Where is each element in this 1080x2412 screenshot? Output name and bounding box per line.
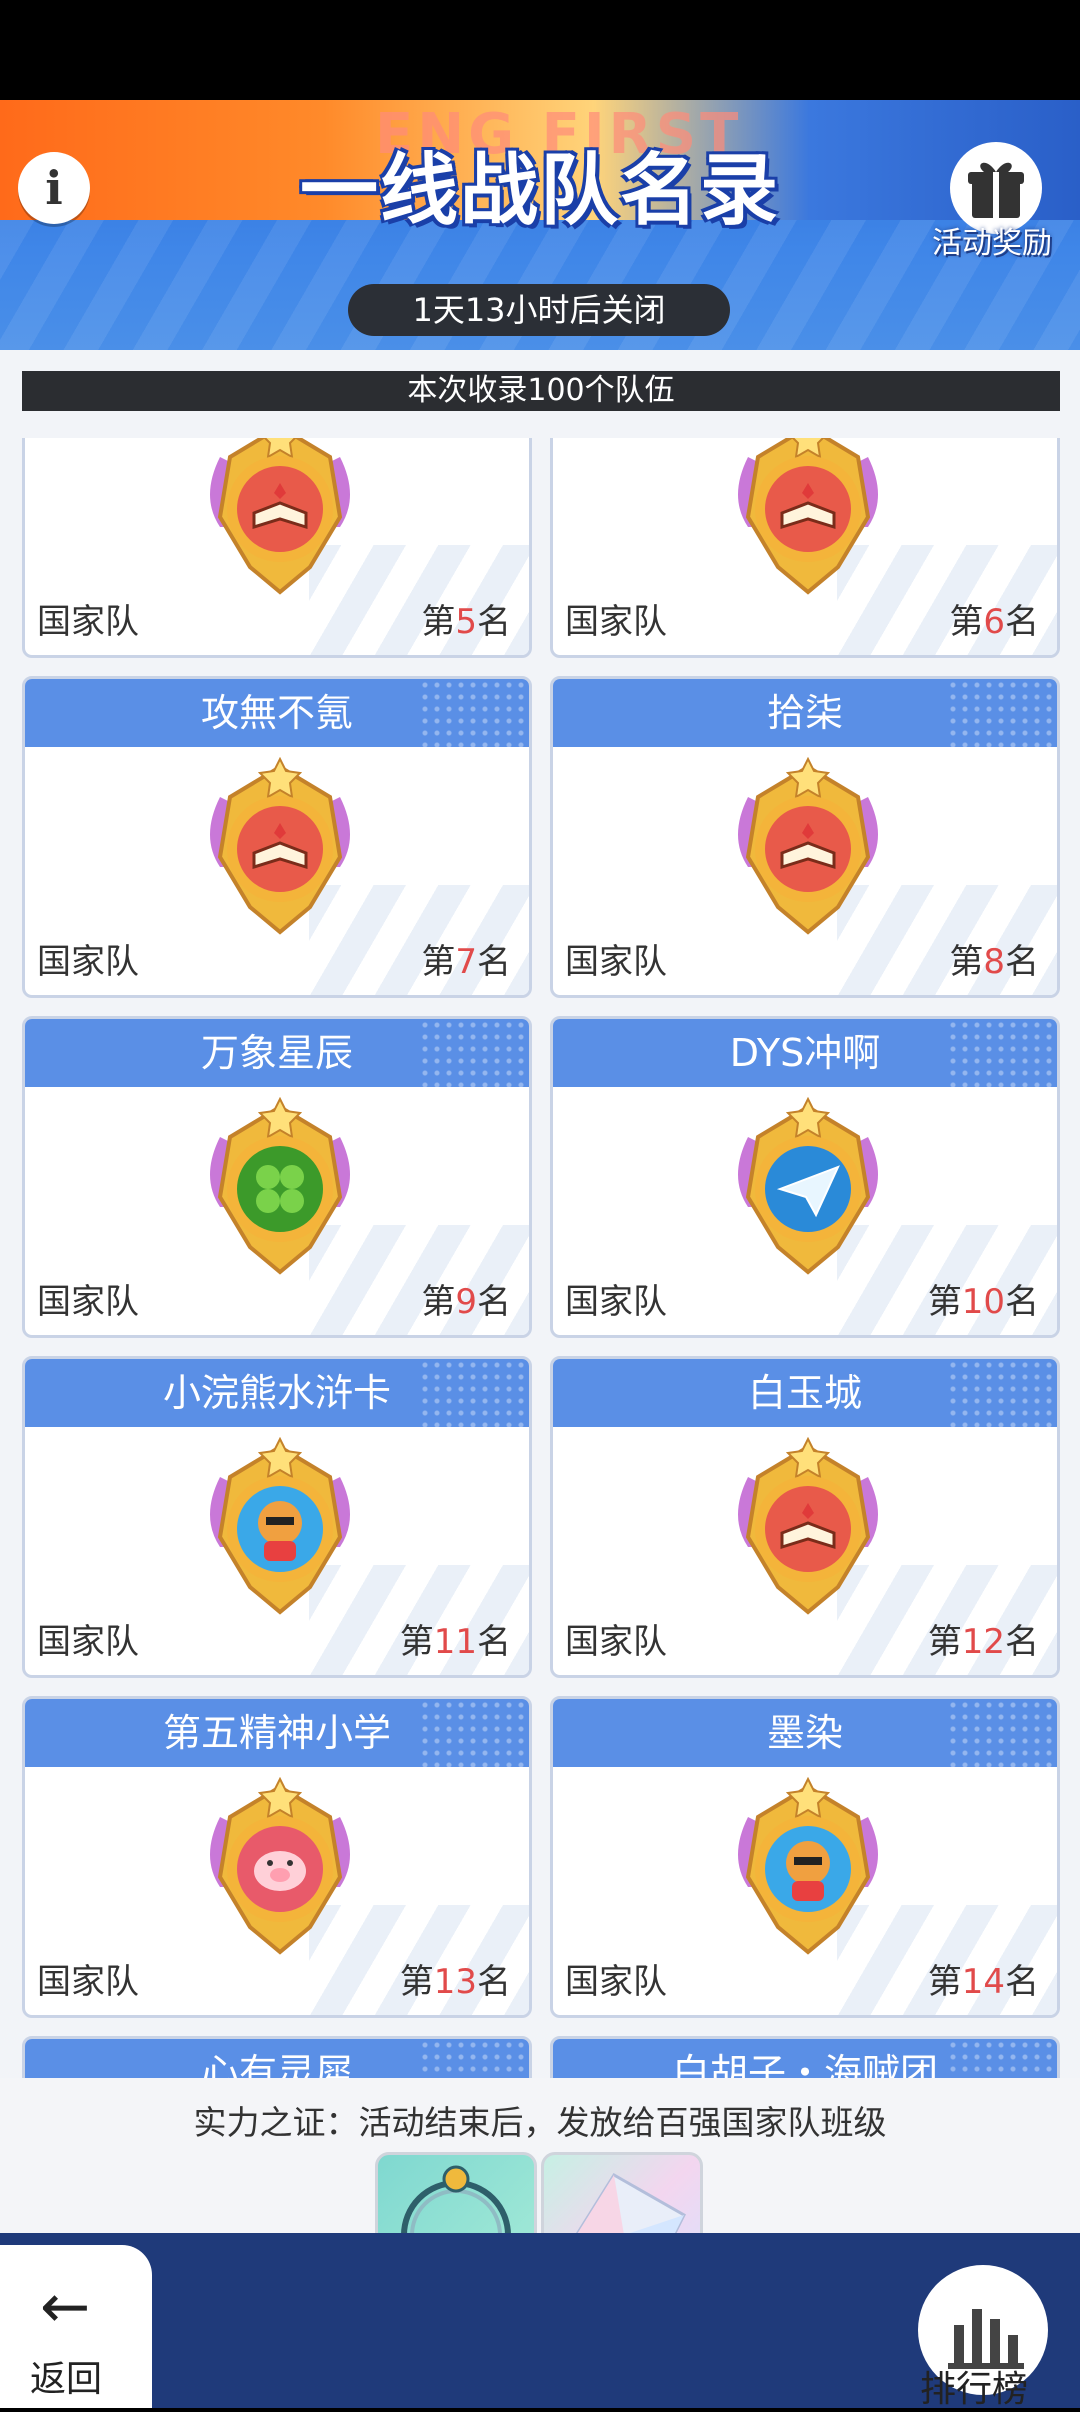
team-card[interactable]: 白胡子・海贼团 (550, 2036, 1060, 2078)
rank-suffix: 名 (477, 1962, 511, 2002)
back-arrow-icon: ← (40, 2272, 91, 2342)
rank-suffix: 名 (477, 1282, 511, 1322)
book-badge-icon (738, 1437, 878, 1615)
book-badge-icon (210, 757, 350, 935)
team-name: DYS冲啊 (553, 1019, 1057, 1087)
pig-badge-icon (210, 1777, 350, 1955)
team-rank: 第6名 (949, 594, 1039, 643)
team-type: 国家队 (37, 942, 139, 982)
rank-suffix: 名 (477, 602, 511, 642)
team-name: 第五精神小学 (25, 1699, 529, 1767)
leaderboard-label: 排行榜 (920, 2369, 1029, 2410)
rank-suffix: 名 (1005, 1962, 1039, 2002)
team-card[interactable]: 小浣熊水浒卡国家队 第11名 (22, 1356, 532, 1678)
rank-suffix: 名 (477, 942, 511, 982)
team-name: 墨染 (553, 1699, 1057, 1767)
team-card[interactable]: DYS冲啊国家队 第10名 (550, 1016, 1060, 1338)
rank-number: 12 (961, 1622, 1005, 1662)
team-name: 万象星辰 (25, 1019, 529, 1087)
rank-prefix: 第 (421, 1282, 456, 1322)
raccoon-badge-icon (210, 1437, 350, 1615)
info-icon: i (45, 161, 63, 215)
team-name: 白胡子・海贼团 (553, 2039, 1057, 2078)
clover-badge-icon (210, 1097, 350, 1275)
team-card[interactable]: 国家队 第6名 (550, 438, 1060, 658)
rank-prefix: 第 (949, 602, 984, 642)
reward-description: 实力之证：活动结束后，发放给百强国家队班级 (193, 2103, 887, 2142)
paper-plane-badge-icon (738, 1097, 878, 1275)
collect-count-bar: 本次收录100个队伍 (22, 371, 1060, 411)
close-timer: 1天13小时后关闭 (348, 284, 730, 336)
team-rank: 第8名 (949, 934, 1039, 983)
team-name: 白玉城 (553, 1359, 1057, 1427)
back-label: 返回 (30, 2359, 103, 2400)
team-type: 国家队 (37, 1962, 139, 2002)
page-title: 一线战队名录 (300, 146, 781, 236)
team-type: 国家队 (37, 602, 139, 642)
team-card[interactable]: 墨染国家队 第14名 (550, 1696, 1060, 2018)
team-card[interactable]: 第五精神小学国家队 第13名 (22, 1696, 532, 2018)
rank-suffix: 名 (1005, 942, 1039, 982)
rank-prefix: 第 (399, 1962, 434, 2002)
info-button[interactable]: i (18, 152, 90, 224)
team-name: 小浣熊水浒卡 (25, 1359, 529, 1427)
rank-prefix: 第 (399, 1622, 434, 1662)
team-name: 攻無不氪 (25, 679, 529, 747)
rank-suffix: 名 (1005, 1282, 1039, 1322)
rank-number: 5 (455, 602, 477, 642)
team-card[interactable]: 万象星辰国家队 第9名 (22, 1016, 532, 1338)
rank-prefix: 第 (927, 1962, 962, 2002)
header: ENG FIRST 一线战队名录 i 活动奖励 1天13小时后关闭 (0, 100, 1080, 350)
team-type: 国家队 (37, 1622, 139, 1662)
team-type: 国家队 (565, 602, 667, 642)
team-card[interactable]: 白玉城国家队 第12名 (550, 1356, 1060, 1678)
book-badge-icon (738, 438, 878, 595)
rank-number: 13 (433, 1962, 477, 2002)
team-rank: 第5名 (421, 594, 511, 643)
event-rewards-label: 活动奖励 (932, 226, 1052, 261)
rank-number: 9 (455, 1282, 477, 1322)
rank-number: 11 (433, 1622, 477, 1662)
rank-prefix: 第 (421, 942, 456, 982)
team-card[interactable]: 拾柒国家队 第8名 (550, 676, 1060, 998)
rank-suffix: 名 (477, 1622, 511, 1662)
rank-number: 7 (455, 942, 477, 982)
rank-number: 6 (983, 602, 1005, 642)
team-rank: 第12名 (928, 1614, 1039, 1663)
event-screen: ENG FIRST 一线战队名录 i 活动奖励 1天13小时后关闭 本次收录10… (0, 100, 1080, 2408)
rank-suffix: 名 (1005, 602, 1039, 642)
team-rank: 第14名 (928, 1954, 1039, 2003)
team-card[interactable]: 国家队 第5名 (22, 438, 532, 658)
team-rank: 第10名 (928, 1274, 1039, 1323)
team-card[interactable]: 心有灵犀 (22, 2036, 532, 2078)
rank-number: 10 (961, 1282, 1005, 1322)
rank-prefix: 第 (421, 602, 456, 642)
rank-suffix: 名 (1005, 1622, 1039, 1662)
team-type: 国家队 (565, 1282, 667, 1322)
team-type: 国家队 (565, 942, 667, 982)
team-rank: 第11名 (400, 1614, 511, 1663)
team-type: 国家队 (565, 1622, 667, 1662)
team-card[interactable]: 攻無不氪国家队 第7名 (22, 676, 532, 998)
raccoon-badge-icon (738, 1777, 878, 1955)
team-type: 国家队 (565, 1962, 667, 2002)
team-type: 国家队 (37, 1282, 139, 1322)
team-list[interactable]: 国家队 第5名 国家队 第6名 攻無不氪 国家队 第7名 拾柒 国家队 第8名 万象星辰 国家队 第9名… (0, 438, 1080, 2078)
team-rank: 第7名 (421, 934, 511, 983)
team-name: 拾柒 (553, 679, 1057, 747)
rank-prefix: 第 (949, 942, 984, 982)
team-name: 心有灵犀 (25, 2039, 529, 2078)
rank-number: 8 (983, 942, 1005, 982)
rank-prefix: 第 (927, 1282, 962, 1322)
team-rank: 第13名 (400, 1954, 511, 2003)
rank-number: 14 (961, 1962, 1005, 2002)
book-badge-icon (738, 757, 878, 935)
book-badge-icon (210, 438, 350, 595)
team-rank: 第9名 (421, 1274, 511, 1323)
rank-prefix: 第 (927, 1622, 962, 1662)
